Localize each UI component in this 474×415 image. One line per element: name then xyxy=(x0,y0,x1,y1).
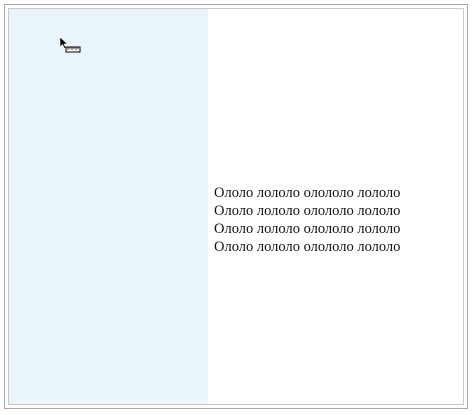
text-line: Ололо лололо олололо лололо xyxy=(214,239,401,255)
left-panel[interactable] xyxy=(9,9,208,404)
text-block: Ололо лололо олололо лололо Ололо лололо… xyxy=(214,184,400,256)
window-frame: Ололо лололо олололо лололо Ололо лололо… xyxy=(4,4,468,409)
text-line: Ололо лололо олололо лололо xyxy=(214,203,401,219)
right-panel: Ололо лололо олололо лололо Ололо лололо… xyxy=(208,9,463,404)
pointer-with-ruler-icon xyxy=(59,36,81,53)
text-line: Ололо лололо олололо лололо xyxy=(214,221,401,237)
text-line: Ололо лололо олололо лололо xyxy=(214,185,401,201)
content-area: Ололо лололо олололо лололо Ололо лололо… xyxy=(8,8,464,405)
